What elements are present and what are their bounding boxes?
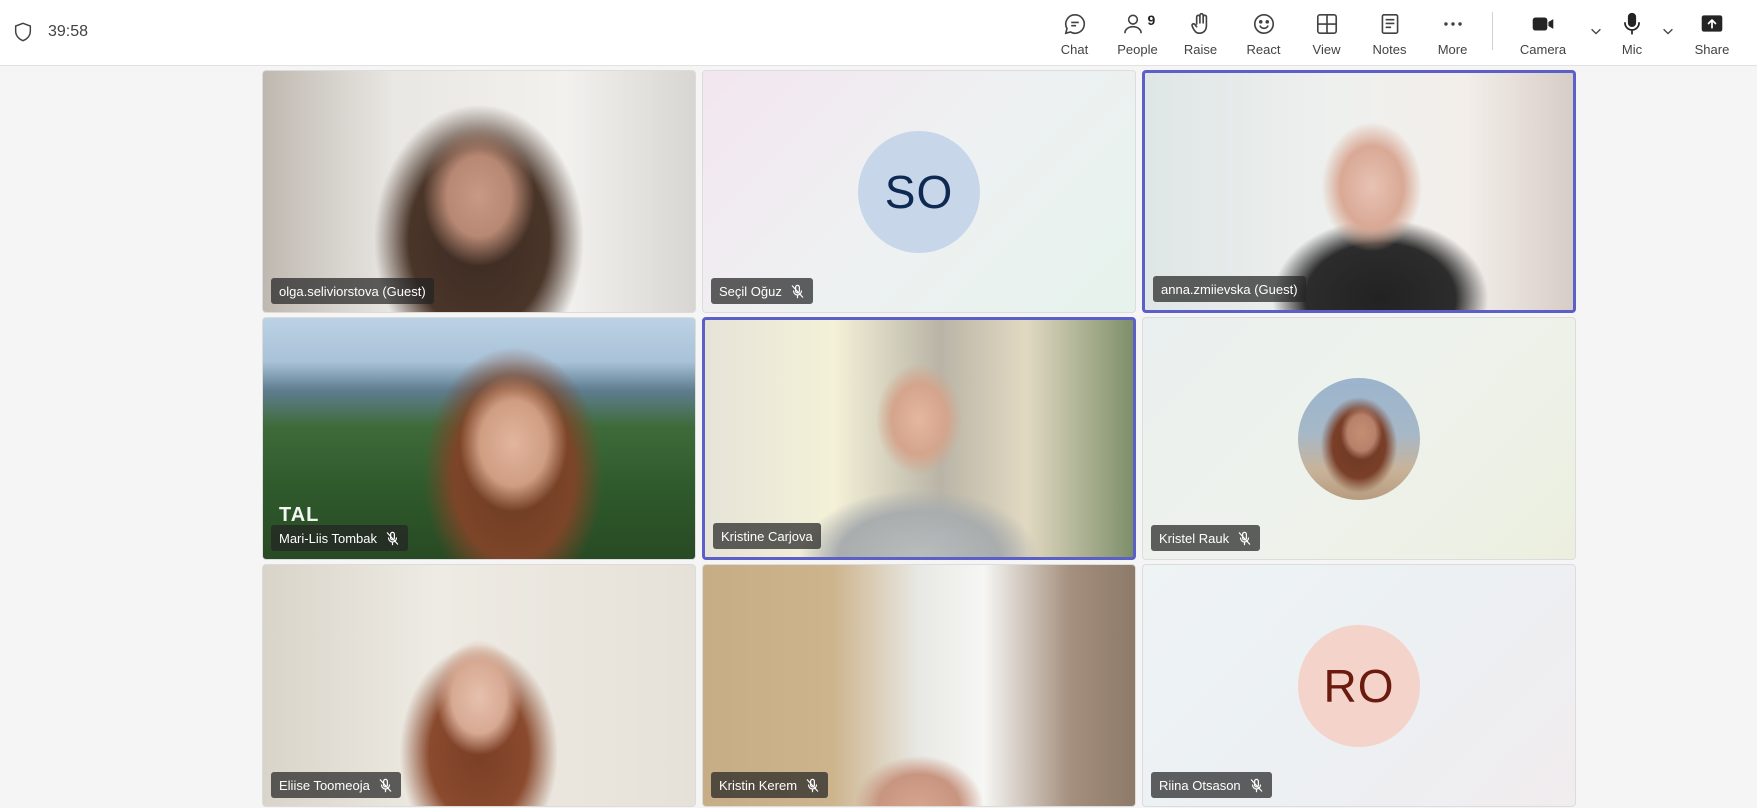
participant-tile[interactable]: TAL Mari-Liis Tombak [262, 317, 696, 560]
more-icon [1443, 22, 1462, 26]
participant-nametag: anna.zmiievska (Guest) [1153, 276, 1306, 302]
mic-off-icon [1250, 778, 1262, 792]
chevron-down-icon [1591, 28, 1601, 35]
people-icon [1123, 14, 1142, 34]
share-screen-icon [1701, 15, 1723, 32]
grid-view-icon [1316, 13, 1337, 35]
people-label: People [1117, 42, 1158, 57]
camera-options-dropdown[interactable] [1583, 0, 1609, 66]
participant-name: Eliise Toomeoja [279, 777, 370, 793]
mic-options-dropdown[interactable] [1655, 0, 1681, 66]
notes-icon [1381, 13, 1398, 35]
participant-nametag: Eliise Toomeoja [271, 772, 401, 798]
participant-name: olga.seliviorstova (Guest) [279, 283, 426, 299]
meeting-timer-group: 39:58 [12, 20, 88, 44]
participant-tile[interactable]: RO Riina Otsason [1142, 564, 1576, 807]
toolbar-divider [1492, 12, 1493, 50]
participant-avatar-initials: SO [858, 130, 980, 253]
background-watermark: TAL [279, 504, 320, 526]
participant-name: Seçil Oğuz [719, 283, 782, 299]
mic-button[interactable]: Mic [1609, 0, 1655, 66]
participant-tile[interactable]: Eliise Toomeoja [262, 564, 696, 807]
meeting-toolbar: 39:58 Chat 9 People Raise React View Not… [0, 0, 1757, 66]
participant-name: Riina Otsason [1159, 777, 1241, 793]
microphone-icon [1624, 12, 1640, 35]
camera-icon [1532, 17, 1554, 31]
mic-off-icon [791, 284, 804, 298]
participant-tile[interactable]: olga.seliviorstova (Guest) [262, 70, 696, 313]
participant-tile[interactable]: Kristel Rauk [1142, 317, 1576, 560]
more-button[interactable]: More [1421, 0, 1484, 66]
chat-button[interactable]: Chat [1043, 0, 1106, 66]
scrollbar[interactable] [1747, 0, 1757, 66]
mic-label: Mic [1621, 42, 1643, 57]
chevron-down-icon [1663, 28, 1673, 35]
participant-name: Kristine Carjova [721, 528, 813, 544]
participant-name: Kristel Rauk [1159, 530, 1230, 546]
notes-button[interactable]: Notes [1358, 0, 1421, 66]
participant-tile-active-speaker[interactable]: Kristine Carjova [702, 317, 1136, 560]
mic-off-icon [379, 778, 392, 792]
camera-button[interactable]: Camera [1503, 0, 1583, 66]
notes-label: Notes [1372, 42, 1407, 57]
participant-tile-active-speaker[interactable]: anna.zmiievska (Guest) [1142, 70, 1576, 313]
raise-hand-button[interactable]: Raise [1169, 0, 1232, 66]
view-button[interactable]: View [1295, 0, 1358, 66]
participant-nametag: Seçil Oğuz [711, 278, 813, 304]
participant-name: Mari-Liis Tombak [279, 530, 378, 546]
chat-label: Chat [1060, 42, 1089, 57]
raise-label: Raise [1183, 42, 1218, 57]
react-label: React [1246, 42, 1281, 57]
toolbar-controls: Chat 9 People Raise React View Notes Mor… [1043, 0, 1757, 66]
camera-label: Camera [1519, 42, 1567, 57]
meeting-timer: 39:58 [48, 23, 89, 40]
share-button[interactable]: Share [1681, 0, 1743, 66]
shield-icon [14, 22, 32, 42]
share-label: Share [1694, 42, 1730, 57]
participant-nametag: Mari-Liis Tombak [271, 525, 409, 551]
participant-nametag: Kristel Rauk [1151, 525, 1261, 551]
participant-nametag: Riina Otsason [1151, 772, 1272, 798]
emoji-icon [1253, 13, 1274, 35]
participant-name: anna.zmiievska (Guest) [1161, 281, 1298, 297]
participant-avatar-photo [1298, 377, 1420, 500]
participant-nametag: Kristin Kerem [711, 772, 829, 798]
people-count: 9 [1147, 12, 1156, 28]
react-button[interactable]: React [1232, 0, 1295, 66]
chat-icon [1064, 13, 1085, 35]
participant-tile[interactable]: SO Seçil Oğuz [702, 70, 1136, 313]
mic-off-icon [806, 778, 819, 792]
participant-avatar-initials: RO [1298, 624, 1420, 747]
view-label: View [1312, 42, 1341, 57]
people-button[interactable]: 9 People [1106, 0, 1169, 66]
mic-off-icon [386, 531, 399, 545]
more-label: More [1437, 42, 1468, 57]
participant-nametag: Kristine Carjova [713, 523, 821, 549]
participant-tile[interactable]: Kristin Kerem [702, 564, 1136, 807]
participant-grid: olga.seliviorstova (Guest) SO Seçil Oğuz… [262, 70, 1576, 808]
participant-name: Kristin Kerem [719, 777, 798, 793]
raise-hand-icon [1190, 12, 1207, 35]
participant-nametag: olga.seliviorstova (Guest) [271, 278, 434, 304]
mic-off-icon [1238, 531, 1251, 545]
